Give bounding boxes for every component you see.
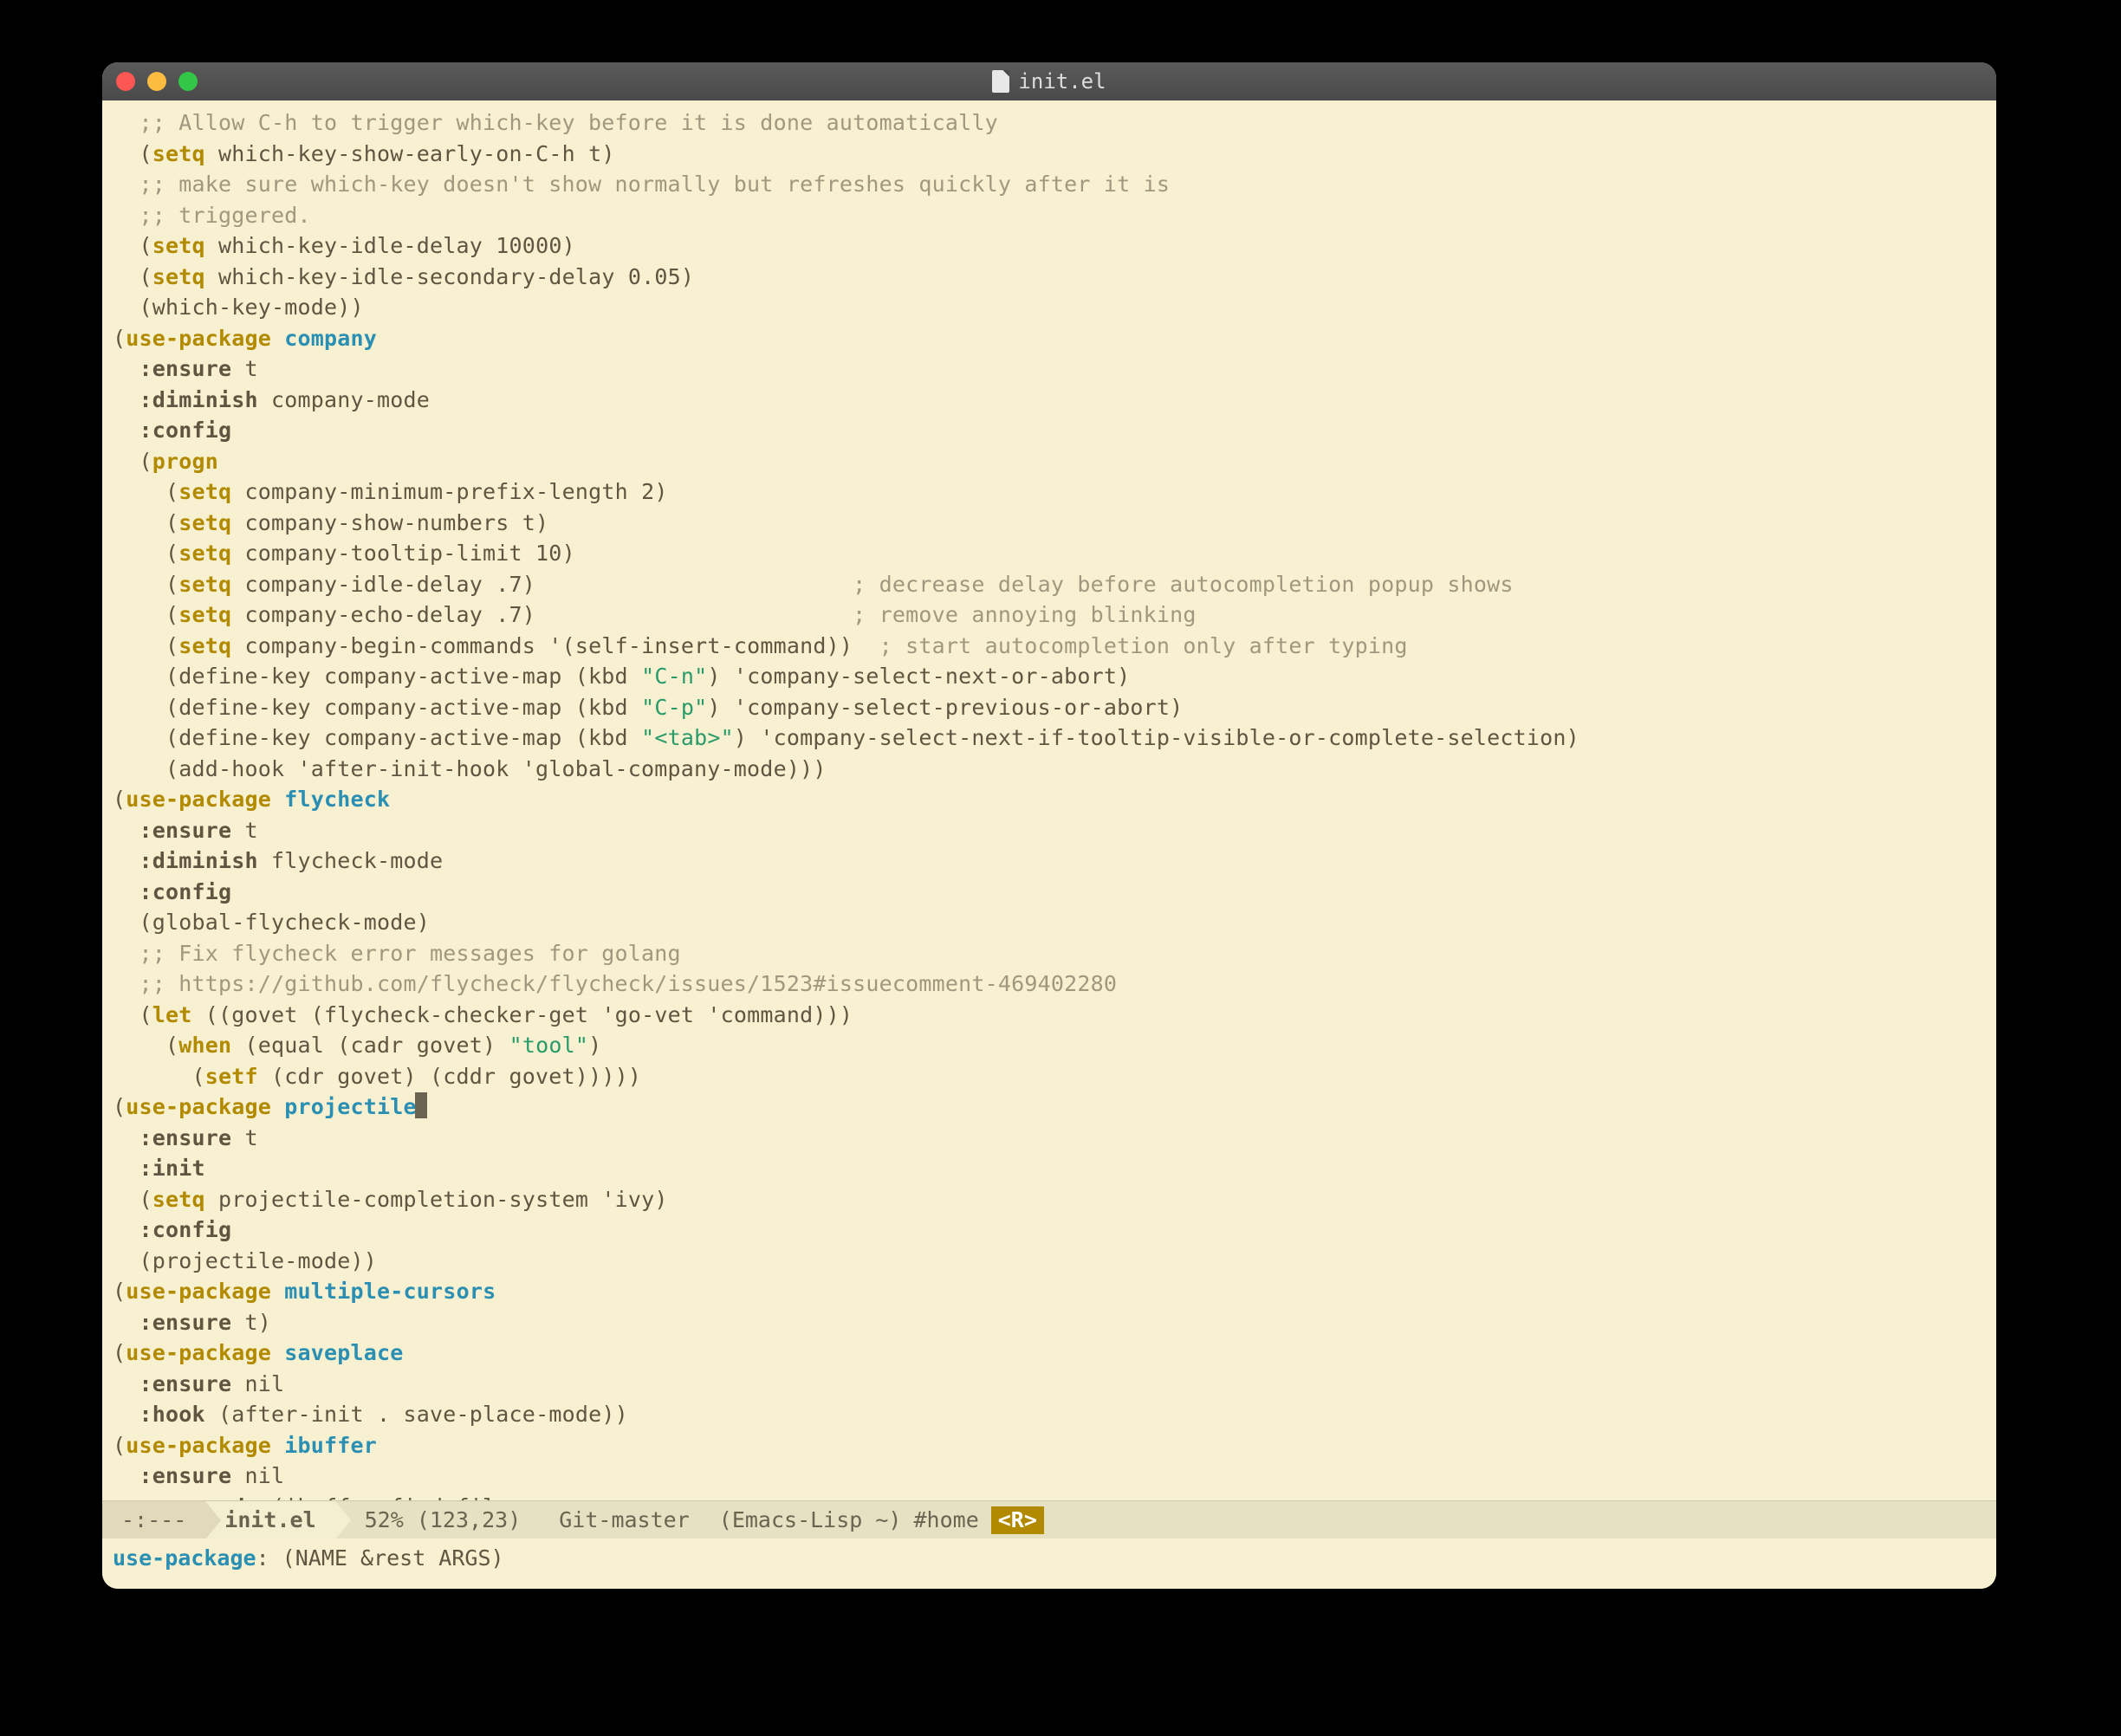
minimize-button[interactable] bbox=[147, 72, 166, 91]
modeline: -:--- init.el 52% (123,23) Git-master (E… bbox=[102, 1500, 1996, 1538]
emacs-window: init.el ;; Allow C-h to trigger which-ke… bbox=[102, 62, 1996, 1589]
text-cursor bbox=[415, 1092, 427, 1118]
titlebar: init.el bbox=[102, 62, 1996, 100]
code-editor[interactable]: ;; Allow C-h to trigger which-key before… bbox=[102, 100, 1996, 1500]
close-button[interactable] bbox=[116, 72, 135, 91]
title-text: init.el bbox=[1018, 69, 1106, 94]
modeline-tag: #home bbox=[913, 1507, 978, 1532]
modeline-position: 52% (123,23) bbox=[335, 1501, 541, 1538]
modeline-buffer-name[interactable]: init.el bbox=[205, 1501, 334, 1538]
file-icon bbox=[992, 70, 1009, 93]
window-title: init.el bbox=[102, 69, 1996, 94]
modeline-status: -:--- bbox=[102, 1501, 205, 1538]
traffic-lights bbox=[116, 72, 198, 91]
zoom-button[interactable] bbox=[178, 72, 198, 91]
modeline-indicator: <R> bbox=[991, 1506, 1044, 1534]
minibuffer[interactable]: use-package: (NAME &rest ARGS) bbox=[102, 1538, 1996, 1589]
code-line: ;; Allow C-h to trigger which-key before… bbox=[113, 110, 998, 135]
modeline-vcs: Git-master bbox=[540, 1501, 709, 1538]
modeline-major-mode[interactable]: (Emacs-Lisp ~) bbox=[719, 1507, 902, 1532]
